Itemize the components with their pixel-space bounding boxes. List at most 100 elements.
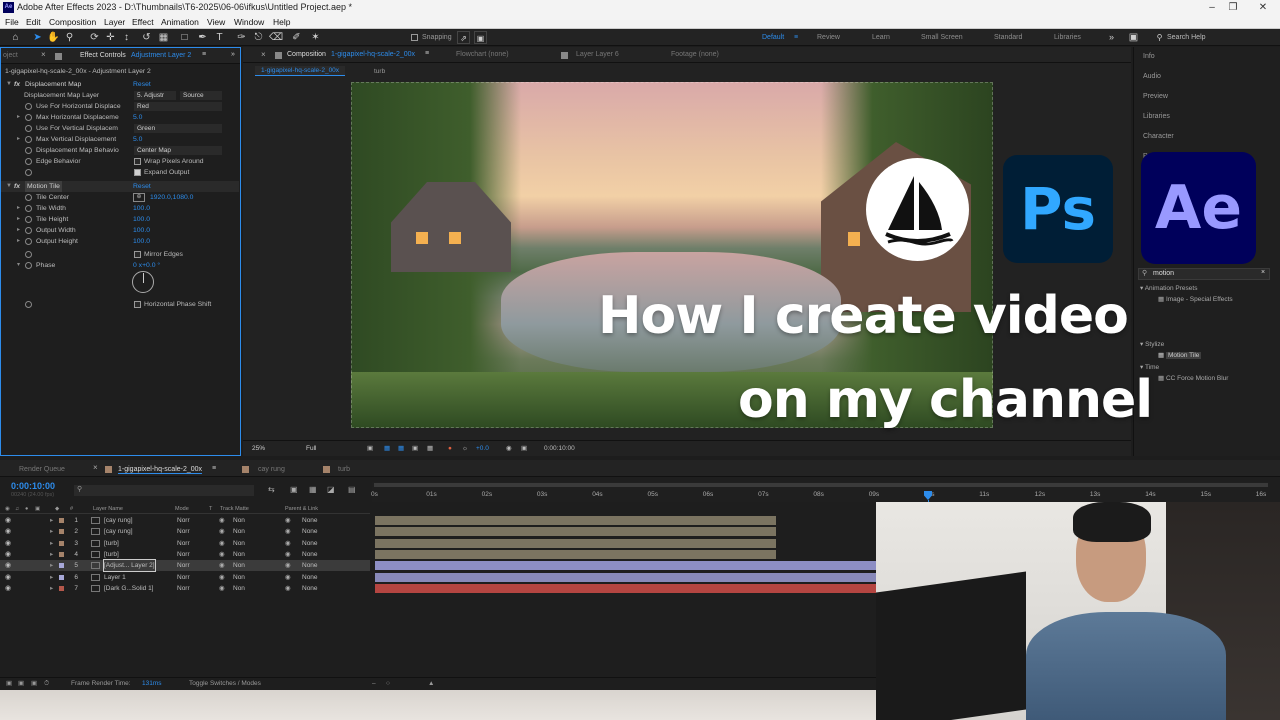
param-value[interactable]: 5.0: [133, 134, 142, 145]
parent-pickwhip-icon[interactable]: ◉: [285, 549, 291, 560]
layer-search-input[interactable]: ⚲: [74, 485, 254, 496]
track-matte-dropdown[interactable]: Non: [233, 515, 245, 526]
comp-subtab-active[interactable]: 1-gigapixel-hq-scale-2_00x: [255, 66, 346, 76]
matte-pickwhip-icon[interactable]: ◉: [219, 572, 225, 583]
map-behavior-dropdown[interactable]: Center Map: [134, 146, 222, 155]
col-track-matte[interactable]: Track Matte: [220, 504, 249, 514]
matte-pickwhip-icon[interactable]: ◉: [219, 538, 225, 549]
vertical-channel-dropdown[interactable]: Green: [134, 124, 222, 133]
sync-settings-icon[interactable]: ▣: [1127, 31, 1140, 44]
tree-stylize[interactable]: ▾ Stylize: [1140, 340, 1164, 348]
matte-pickwhip-icon[interactable]: ◉: [219, 583, 225, 594]
zoom-out-icon[interactable]: –: [372, 678, 376, 690]
blend-mode-dropdown[interactable]: Norr: [177, 560, 190, 571]
anchor-tool-icon[interactable]: ▦: [157, 31, 170, 44]
col-t[interactable]: T: [209, 504, 212, 514]
work-area-bar[interactable]: [374, 483, 1268, 487]
search-help-field[interactable]: Search Help: [1167, 29, 1206, 46]
panel-menu-icon[interactable]: ≡: [425, 50, 429, 57]
workspaces-more-icon[interactable]: »: [1109, 29, 1114, 46]
timeline-timecode[interactable]: 0:00:10:00: [11, 481, 55, 491]
label-color-swatch[interactable]: [59, 563, 64, 569]
expand-icon[interactable]: ▸: [17, 214, 20, 225]
visibility-toggle-icon[interactable]: ◉: [5, 562, 12, 569]
exposure-value[interactable]: +0.0: [476, 441, 489, 457]
workspace-small-screen[interactable]: Small Screen: [921, 29, 963, 46]
stopwatch-icon[interactable]: [25, 216, 32, 223]
track-matte-dropdown[interactable]: Non: [233, 572, 245, 583]
zoom-dropdown[interactable]: 25%: [249, 444, 291, 453]
selection-tool-icon[interactable]: ➤: [31, 31, 44, 44]
menu-composition[interactable]: Composition: [49, 15, 96, 29]
color-icon[interactable]: ●: [448, 441, 452, 457]
param-value[interactable]: 100.0: [133, 225, 150, 236]
label-color-swatch[interactable]: [59, 529, 64, 535]
expand-icon[interactable]: ▸: [17, 134, 20, 145]
draft-3d-icon[interactable]: ▣: [290, 485, 298, 494]
modes-icon[interactable]: ▣: [18, 678, 24, 690]
motion-blur-icon[interactable]: ▤: [348, 485, 356, 494]
expand-layer-icon[interactable]: ▸: [50, 572, 53, 583]
layer-row[interactable]: ◉ ▸ 3 [turb] Norr ◉ Non ◉ None: [0, 538, 370, 549]
layer-name[interactable]: [cay rung]: [104, 515, 133, 526]
transparency-grid-icon[interactable]: ▦: [384, 441, 390, 457]
menu-effect[interactable]: Effect: [132, 15, 154, 29]
eraser-tool-icon[interactable]: ⌫: [269, 31, 283, 44]
menu-layer[interactable]: Layer: [104, 15, 125, 29]
reset-link[interactable]: Reset: [133, 79, 151, 90]
expand-icon[interactable]: ▸: [17, 236, 20, 247]
parent-pickwhip-icon[interactable]: ◉: [285, 538, 291, 549]
param-value[interactable]: 100.0: [133, 236, 150, 247]
parent-dropdown[interactable]: None: [302, 560, 318, 571]
layer-duration-bar[interactable]: [375, 561, 876, 571]
collapse-icon[interactable]: ▼: [6, 79, 12, 90]
reset-link[interactable]: Reset: [133, 181, 151, 192]
param-value[interactable]: 5.0: [133, 112, 142, 123]
clear-search-icon[interactable]: ×: [1261, 269, 1265, 276]
parent-pickwhip-icon[interactable]: ◉: [285, 572, 291, 583]
expand-icon[interactable]: ▸: [17, 112, 20, 123]
project-tab[interactable]: oject: [3, 52, 18, 59]
clone-stamp-icon[interactable]: ⎋: [252, 31, 265, 44]
parent-pickwhip-icon[interactable]: ◉: [285, 560, 291, 571]
stopwatch-icon[interactable]: [25, 238, 32, 245]
hand-tool-icon[interactable]: ✋: [47, 31, 60, 44]
layer-tab[interactable]: Layer Layer 6: [576, 51, 619, 58]
visibility-toggle-icon[interactable]: ◉: [5, 574, 12, 581]
guides-icon[interactable]: ▣: [412, 441, 418, 457]
stopwatch-icon[interactable]: [25, 251, 32, 258]
layer-row[interactable]: ◉ ▸ 7 [Dark G...Solid 1] Norr ◉ Non ◉ None: [0, 583, 370, 594]
shy-icon[interactable]: ▦: [309, 485, 317, 494]
col-layer-name[interactable]: Layer Name: [93, 504, 123, 514]
workspace-learn[interactable]: Learn: [872, 29, 890, 46]
close-icon[interactable]: ✕: [1243, 0, 1280, 15]
stopwatch-icon[interactable]: [25, 158, 32, 165]
snapshot-icon[interactable]: ◉: [506, 441, 512, 457]
tree-cc-force-motion-blur[interactable]: ▦ CC Force Motion Blur: [1158, 374, 1228, 382]
visibility-toggle-icon[interactable]: ◉: [5, 551, 12, 558]
expand-layer-icon[interactable]: ▸: [50, 538, 53, 549]
comp-subtab-turb[interactable]: turb: [374, 68, 385, 75]
layer-duration-bar[interactable]: [375, 572, 876, 582]
effect-controls-layer[interactable]: Adjustment Layer 2: [131, 52, 191, 59]
panel-menu-icon[interactable]: ≡: [212, 465, 216, 472]
timeline-comp-tab[interactable]: 1-gigapixel-hq-scale-2_00x: [118, 466, 203, 474]
blend-mode-dropdown[interactable]: Norr: [177, 572, 190, 583]
visibility-toggle-icon[interactable]: ◉: [5, 517, 12, 524]
render-time-icon[interactable]: ⏱: [44, 678, 49, 690]
displacement-map-header[interactable]: ▼ fx Displacement Map Reset: [1, 79, 239, 90]
visibility-toggle-icon[interactable]: ◉: [5, 528, 12, 535]
visibility-toggle-icon[interactable]: ◉: [5, 540, 12, 547]
menu-file[interactable]: File: [5, 15, 19, 29]
parent-pickwhip-icon[interactable]: ◉: [285, 583, 291, 594]
parent-pickwhip-icon[interactable]: ◉: [285, 526, 291, 537]
parent-dropdown[interactable]: None: [302, 538, 318, 549]
stopwatch-icon[interactable]: [25, 136, 32, 143]
expand-layer-icon[interactable]: ▸: [50, 549, 53, 560]
cay-rung-tab[interactable]: cay rung: [258, 466, 285, 473]
label-color-swatch[interactable]: [59, 540, 64, 546]
stopwatch-icon[interactable]: [25, 125, 32, 132]
workspace-default[interactable]: Default: [762, 29, 784, 46]
frame-blend-icon[interactable]: ◪: [327, 485, 335, 494]
param-value[interactable]: 100.0: [133, 214, 150, 225]
